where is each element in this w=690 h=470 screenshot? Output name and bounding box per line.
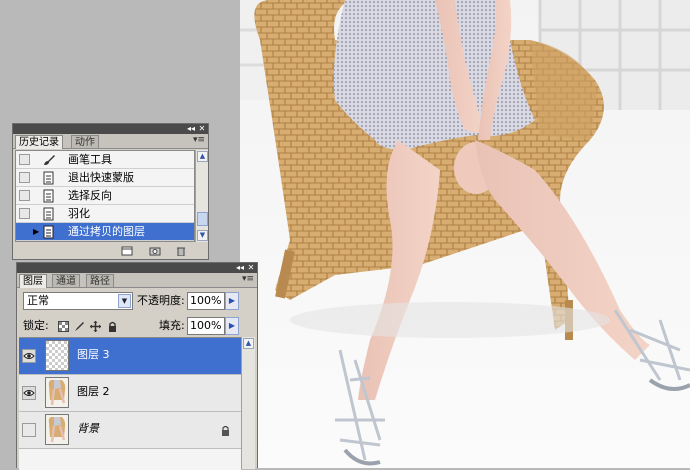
photo-thumbnail — [46, 378, 68, 407]
layers-scrollbar[interactable]: ▲ — [241, 337, 255, 469]
layers-panel-titlebar[interactable]: ◂◂ ✕ — [17, 263, 257, 273]
history-panel: ◂◂ ✕ 历史记录 动作 ▾≡ 画笔工具 退出快速蒙版 选择反向 羽化 ▶ 通过… — [12, 123, 209, 260]
panel-menu-icon[interactable]: ▾≡ — [242, 274, 254, 284]
collapse-icon[interactable]: ◂◂ — [235, 263, 245, 273]
opacity-slider-button[interactable]: ▶ — [225, 292, 239, 310]
new-document-from-state-icon[interactable] — [121, 246, 133, 256]
history-state-icon — [43, 171, 54, 185]
history-source-checkbox[interactable] — [19, 208, 30, 219]
document-canvas[interactable] — [240, 0, 690, 468]
history-item-selected[interactable]: ▶ 通过拷贝的图层 — [16, 223, 194, 241]
history-panel-tabs: 历史记录 动作 ▾≡ — [13, 134, 208, 149]
photo-thumbnail — [46, 415, 68, 444]
lock-icon — [222, 425, 229, 436]
history-source-checkbox[interactable] — [19, 226, 30, 237]
history-state-icon — [43, 189, 54, 203]
layers-panel: ◂◂ ✕ 图层 通道 路径 ▾≡ 正常 ▼ 不透明度: 100% ▶ 锁定: 填… — [16, 262, 258, 470]
history-list: 画笔工具 退出快速蒙版 选择反向 羽化 ▶ 通过拷贝的图层 — [15, 150, 195, 242]
history-item-label: 羽化 — [68, 207, 90, 220]
history-item[interactable]: 选择反向 — [16, 187, 194, 205]
lock-transparent-pixels-icon[interactable] — [58, 321, 69, 332]
photo-woman-in-wicker-chair — [240, 0, 690, 468]
scroll-up-icon[interactable]: ▲ — [243, 338, 254, 349]
layer-row-background[interactable]: 背景 — [19, 412, 241, 449]
lock-position-icon[interactable] — [90, 321, 101, 332]
close-icon[interactable]: ✕ — [246, 263, 256, 273]
opacity-label: 不透明度: — [137, 294, 185, 307]
trash-icon[interactable] — [175, 246, 187, 256]
tab-actions[interactable]: 动作 — [71, 135, 99, 148]
eye-icon — [23, 390, 35, 396]
layer-thumbnail — [45, 414, 69, 445]
history-source-checkbox[interactable] — [19, 190, 30, 201]
fill-label: 填充: — [159, 319, 185, 332]
close-icon[interactable]: ✕ — [197, 124, 207, 134]
history-state-icon — [43, 207, 54, 221]
history-item-label: 通过拷贝的图层 — [68, 225, 145, 238]
eye-icon — [23, 353, 35, 359]
scroll-down-icon[interactable]: ▼ — [197, 230, 208, 241]
lock-all-icon[interactable] — [107, 321, 118, 332]
opacity-input[interactable]: 100% — [187, 292, 225, 310]
lock-image-pixels-icon[interactable] — [74, 321, 85, 332]
layer-name: 图层 2 — [77, 385, 110, 398]
history-source-checkbox[interactable] — [19, 154, 30, 165]
history-item-label: 画笔工具 — [68, 153, 112, 166]
layer-row-layer-2[interactable]: 图层 2 — [19, 375, 241, 412]
tab-layers[interactable]: 图层 — [19, 274, 47, 288]
collapse-icon[interactable]: ◂◂ — [186, 124, 196, 134]
scroll-up-icon[interactable]: ▲ — [197, 151, 208, 162]
tab-paths[interactable]: 路径 — [86, 274, 114, 287]
history-item[interactable]: 退出快速蒙版 — [16, 169, 194, 187]
brush-icon — [44, 155, 55, 165]
history-panel-titlebar[interactable]: ◂◂ ✕ — [13, 124, 208, 134]
layer-thumbnail — [45, 377, 69, 408]
chevron-down-icon[interactable]: ▼ — [118, 294, 131, 308]
fill-slider-button[interactable]: ▶ — [225, 317, 239, 335]
panel-menu-icon[interactable]: ▾≡ — [193, 135, 205, 145]
lock-fill-row: 锁定: 填充: 100% ▶ — [17, 316, 257, 338]
visibility-toggle[interactable] — [22, 349, 36, 363]
transparency-checker-thumbnail — [46, 341, 68, 370]
layer-name: 图层 3 — [77, 348, 110, 361]
history-source-checkbox[interactable] — [19, 172, 30, 183]
tab-channels[interactable]: 通道 — [52, 274, 80, 287]
history-item-label: 选择反向 — [68, 189, 112, 202]
scroll-thumb[interactable] — [197, 212, 208, 226]
layer-row-layer-3[interactable]: 图层 3 — [19, 338, 241, 375]
visibility-toggle[interactable] — [22, 386, 36, 400]
history-item[interactable]: 羽化 — [16, 205, 194, 223]
layer-thumbnail — [45, 340, 69, 371]
lock-label: 锁定: — [23, 319, 49, 332]
layers-panel-tabs: 图层 通道 路径 ▾≡ — [17, 273, 257, 288]
current-state-marker-icon: ▶ — [33, 227, 40, 236]
blend-mode-value: 正常 — [27, 294, 49, 307]
tab-history[interactable]: 历史记录 — [15, 135, 63, 149]
layer-list: 图层 3 图层 2 背景 — [19, 337, 241, 470]
history-scrollbar[interactable]: ▲ ▼ — [195, 150, 208, 242]
layer-name: 背景 — [77, 422, 99, 435]
visibility-toggle[interactable] — [22, 423, 36, 437]
fill-input[interactable]: 100% — [187, 317, 225, 335]
history-item[interactable]: 画笔工具 — [16, 151, 194, 169]
history-state-icon — [43, 225, 54, 239]
new-snapshot-icon[interactable] — [149, 246, 161, 256]
blend-mode-select[interactable]: 正常 ▼ — [23, 292, 133, 310]
history-item-label: 退出快速蒙版 — [68, 171, 134, 184]
blend-opacity-row: 正常 ▼ 不透明度: 100% ▶ — [17, 291, 257, 313]
